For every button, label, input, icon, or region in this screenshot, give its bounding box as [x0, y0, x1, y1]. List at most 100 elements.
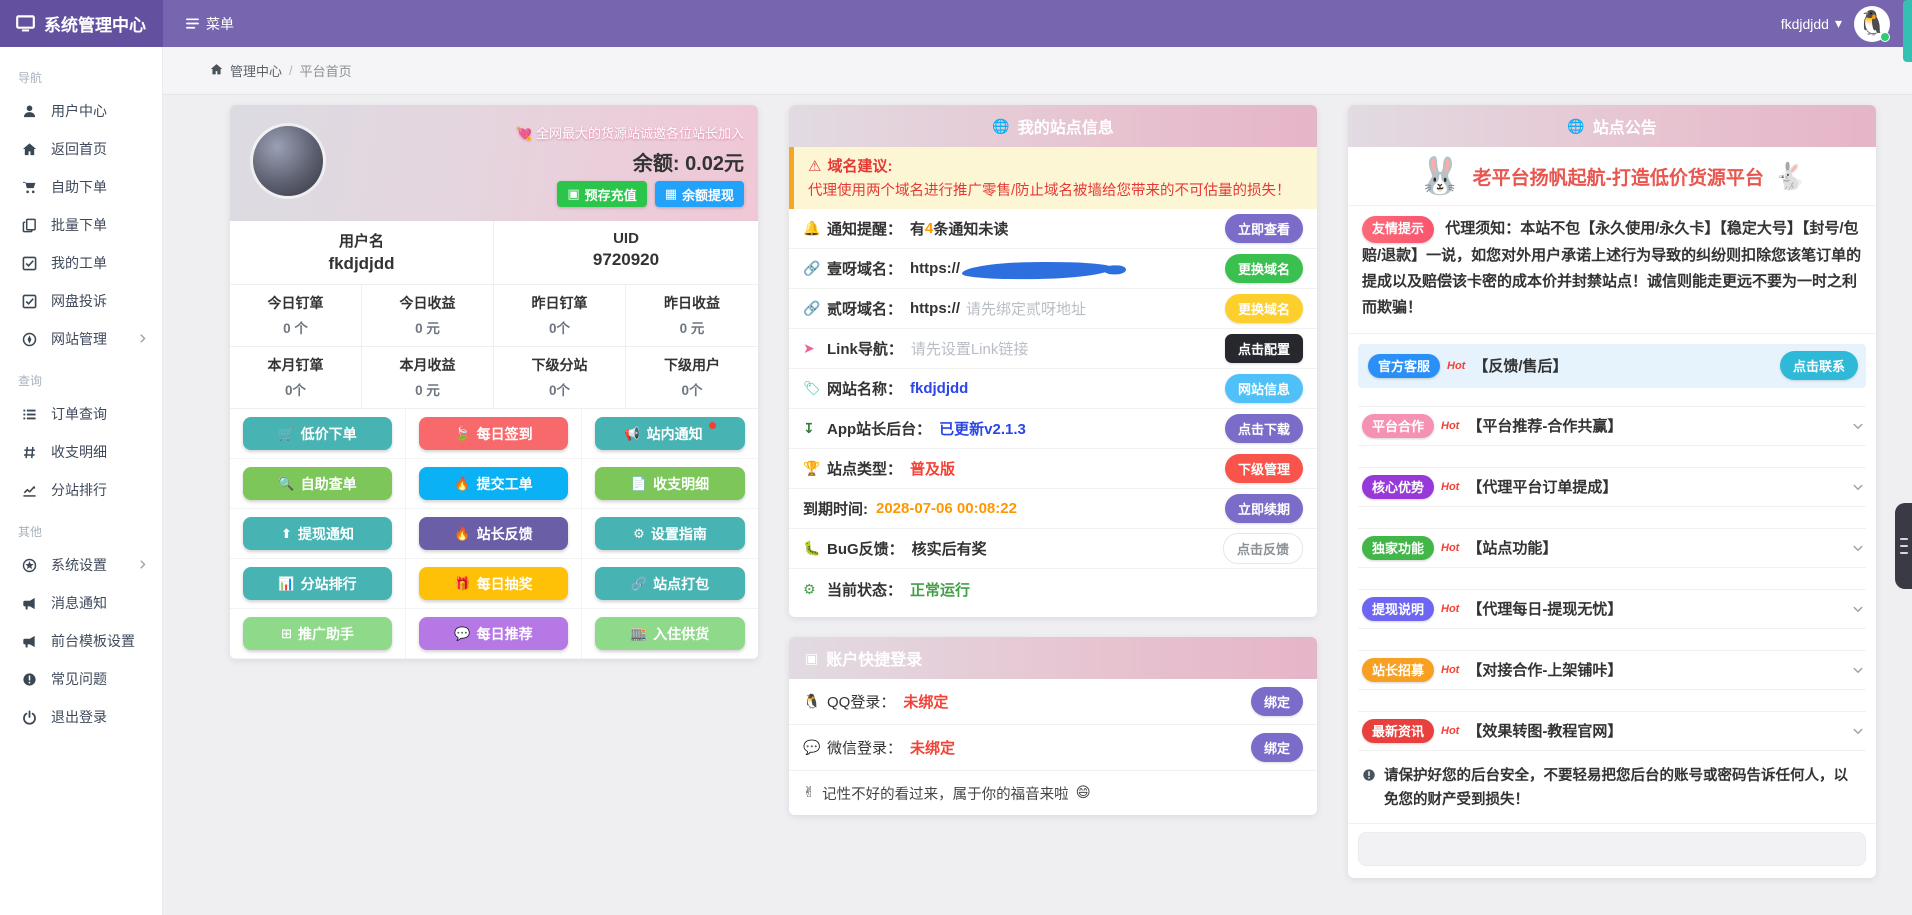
domain-warning: ⚠域名建议: 代理使用两个域名进行推广零售/防止域名被墙给您带来的不可估量的损失… [789, 147, 1317, 209]
stat-today-orders: 今日钉箪0 个 [230, 285, 362, 347]
card-icon: ▣ [567, 186, 579, 202]
accordion-latest-news[interactable]: 最新资讯 Hot 【效果转图-教程官网】 [1358, 711, 1866, 751]
quick-btn-income-detail[interactable]: 📄收支明细 [595, 467, 745, 500]
search-icon: 🔍 [278, 477, 294, 490]
breadcrumb-separator: / [289, 63, 293, 78]
link-icon: 🔗 [803, 260, 827, 277]
quick-buttons-grid: 🛒低价下单 🍃每日签到 📢站内通知 🔍自助查单 🔥提交工单 📄收支明细 ⬆提现通… [230, 409, 758, 659]
accordion-withdraw-info[interactable]: 提现说明 Hot 【代理每日-提现无忧】 [1358, 589, 1866, 629]
sidebar-item-my-tickets[interactable]: 我的工单 [0, 244, 162, 282]
quick-btn-site-package[interactable]: 🔗站点打包 [595, 567, 745, 600]
breadcrumb-current: 平台首页 [300, 61, 352, 80]
quick-btn-submit-ticket[interactable]: 🔥提交工单 [419, 467, 568, 500]
sidebar-item-subsite-ranking[interactable]: 分站排行 [0, 471, 162, 509]
accordion-core-advantage[interactable]: 核心优势 Hot 【代理平台订单提成】 [1358, 467, 1866, 507]
contact-service-button[interactable]: 点击联系 [1780, 351, 1858, 380]
sidebar-item-batch-order[interactable]: 批量下单 [0, 206, 162, 244]
download-button[interactable]: 点击下载 [1225, 414, 1303, 443]
row-site-name: 🏷 网站名称： fkdjdjdd 网站信息 [789, 369, 1317, 409]
accordion-badge: 核心优势 [1362, 475, 1434, 499]
menu-bars-icon [185, 16, 200, 31]
heart-arrow-icon: 💘 [516, 126, 532, 141]
accordion-owner-recruit[interactable]: 站长招募 Hot 【对接合作-上架铺咔】 [1358, 650, 1866, 690]
sidebar-item-message-notice[interactable]: 消息通知 [0, 584, 162, 622]
document-icon: 📄 [631, 477, 647, 490]
quick-btn-setup-guide[interactable]: ⚙设置指南 [595, 517, 745, 550]
sub-manage-button[interactable]: 下级管理 [1225, 454, 1303, 483]
row-link-nav: ➤ Link导航： 请先设置Link链接 点击配置 [789, 329, 1317, 369]
quick-btn-daily-recommend[interactable]: 💬每日推荐 [419, 617, 568, 650]
gift-icon: 🎁 [454, 577, 470, 590]
accordion-platform-coop[interactable]: 平台合作 Hot 【平台推荐-合作共赢】 [1358, 406, 1866, 446]
quick-btn-promo-helper[interactable]: ⊞推广助手 [243, 617, 392, 650]
sidebar-item-order-query[interactable]: 订单查询 [0, 395, 162, 433]
change-domain-button[interactable]: 更换域名 [1225, 254, 1303, 283]
card-icon: ▦ [665, 186, 677, 202]
menu-toggle-button[interactable]: 菜单 [185, 14, 234, 34]
accordion-badge: 站长招募 [1362, 658, 1434, 682]
power-icon [21, 710, 37, 725]
download-icon: ↧ [803, 420, 827, 437]
quick-btn-withdraw-notice[interactable]: ⬆提现通知 [243, 517, 392, 550]
bar-chart-icon: 📊 [278, 577, 294, 590]
row-domain-1: 🔗 壹呀域名： https:// 更换域名 [789, 249, 1317, 289]
sidebar-item-disk-complaint[interactable]: 网盘投诉 [0, 282, 162, 320]
sidebar-item-frontend-template[interactable]: 前台模板设置 [0, 622, 162, 660]
user-dropdown[interactable]: fkdjdjdd ▾ [1781, 15, 1842, 32]
renew-button[interactable]: 立即续期 [1225, 494, 1303, 523]
sidebar-item-income-detail[interactable]: 收支明细 [0, 433, 162, 471]
corner-accent-tab[interactable] [1903, 0, 1912, 62]
frame-icon: ▣ [805, 650, 818, 667]
quick-btn-cheap-order[interactable]: 🛒低价下单 [243, 417, 392, 450]
chat-icon: 💬 [454, 627, 470, 640]
feedback-button[interactable]: 点击反馈 [1223, 533, 1303, 564]
quick-btn-site-notice[interactable]: 📢站内通知 [595, 417, 745, 450]
announcements-card: 🌐 站点公告 🐰 老平台扬帆起航-打造低价货源平台 🐇 友情提示 代理须知：本站… [1348, 105, 1876, 878]
view-now-button[interactable]: 立即查看 [1225, 214, 1303, 243]
stat-sub-sites: 下级分站0个 [494, 347, 626, 409]
quick-btn-daily-checkin[interactable]: 🍃每日签到 [419, 417, 568, 450]
sidebar-item-faq[interactable]: 常见问题 [0, 660, 162, 698]
quick-btn-order-lookup[interactable]: 🔍自助查单 [243, 467, 392, 500]
accordion-exclusive-features[interactable]: 独家功能 Hot 【站点功能】 [1358, 528, 1866, 568]
stats-grid: 今日钉箪0 个 今日收益0 元 昨日钉箪0个 昨日收益0 元 本月钉箪0个 本月… [230, 285, 758, 409]
sidebar-item-logout[interactable]: 退出登录 [0, 698, 162, 736]
sidebar-item-home[interactable]: 返回首页 [0, 130, 162, 168]
quick-btn-supplier-join[interactable]: 🏬入住供货 [595, 617, 745, 650]
topbar-avatar[interactable]: 🐧 [1854, 6, 1890, 42]
row-domain-2: 🔗 贰呀域名： https:// 请先绑定贰呀地址 更换域名 [789, 289, 1317, 329]
profile-header: 💘 全网最大的货源站诚邀各位站长加入 余额: 0.02元 ▣ 预存充值 [230, 105, 758, 221]
quick-btn-subsite-rank[interactable]: 📊分站排行 [243, 567, 392, 600]
change-domain-button[interactable]: 更换域名 [1225, 294, 1303, 323]
sidebar-item-user-center[interactable]: 用户中心 [0, 92, 162, 130]
quick-btn-daily-lottery[interactable]: 🎁每日抽奖 [419, 567, 568, 600]
link-icon: 🔗 [631, 577, 647, 590]
quick-btn-owner-feedback[interactable]: 🔥站长反馈 [419, 517, 568, 550]
accordion-badge: 独家功能 [1362, 536, 1434, 560]
quick-login-card: ▣ 账户快捷登录 🐧 QQ登录： 未绑定 绑定 💬 微信登录： 未绑定 绑定 ✌ [789, 637, 1317, 815]
sidebar-item-site-management[interactable]: 网站管理 [0, 320, 162, 358]
bind-qq-button[interactable]: 绑定 [1251, 687, 1303, 716]
identity-row: 用户名 fkdjdjdd UID 9720920 [230, 221, 758, 285]
footer-strip[interactable] [1358, 832, 1866, 866]
stat-today-income: 今日收益0 元 [362, 285, 494, 347]
bunny-sticker-icon: 🐇 [1774, 161, 1806, 192]
configure-button[interactable]: 点击配置 [1225, 334, 1303, 363]
hot-label: Hot [1447, 360, 1465, 372]
quick-login-header: ▣ 账户快捷登录 [789, 637, 1317, 679]
recharge-button[interactable]: ▣ 预存充值 [557, 181, 646, 207]
breadcrumb-root[interactable]: 管理中心 [230, 61, 282, 80]
site-info-button[interactable]: 网站信息 [1225, 374, 1303, 403]
online-status-dot [1880, 32, 1890, 42]
row-status: ⚙ 当前状态： 正常运行 [789, 569, 1317, 609]
sidebar-item-self-order[interactable]: 自助下单 [0, 168, 162, 206]
edge-drawer-handle[interactable] [1895, 503, 1912, 589]
sidebar-item-system-settings[interactable]: 系统设置 [0, 546, 162, 584]
site-info-header: 🌐 我的站点信息 [789, 105, 1317, 147]
user-avatar[interactable] [250, 123, 326, 199]
withdraw-button[interactable]: ▦ 余额提现 [655, 181, 744, 207]
hot-label: Hot [1441, 664, 1459, 676]
row-bug-feedback: 🐛 BuG反馈： 核实后有奖 点击反馈 [789, 529, 1317, 569]
promo-banner: 💘 全网最大的货源站诚邀各位站长加入 [516, 123, 744, 142]
bind-wechat-button[interactable]: 绑定 [1251, 733, 1303, 762]
